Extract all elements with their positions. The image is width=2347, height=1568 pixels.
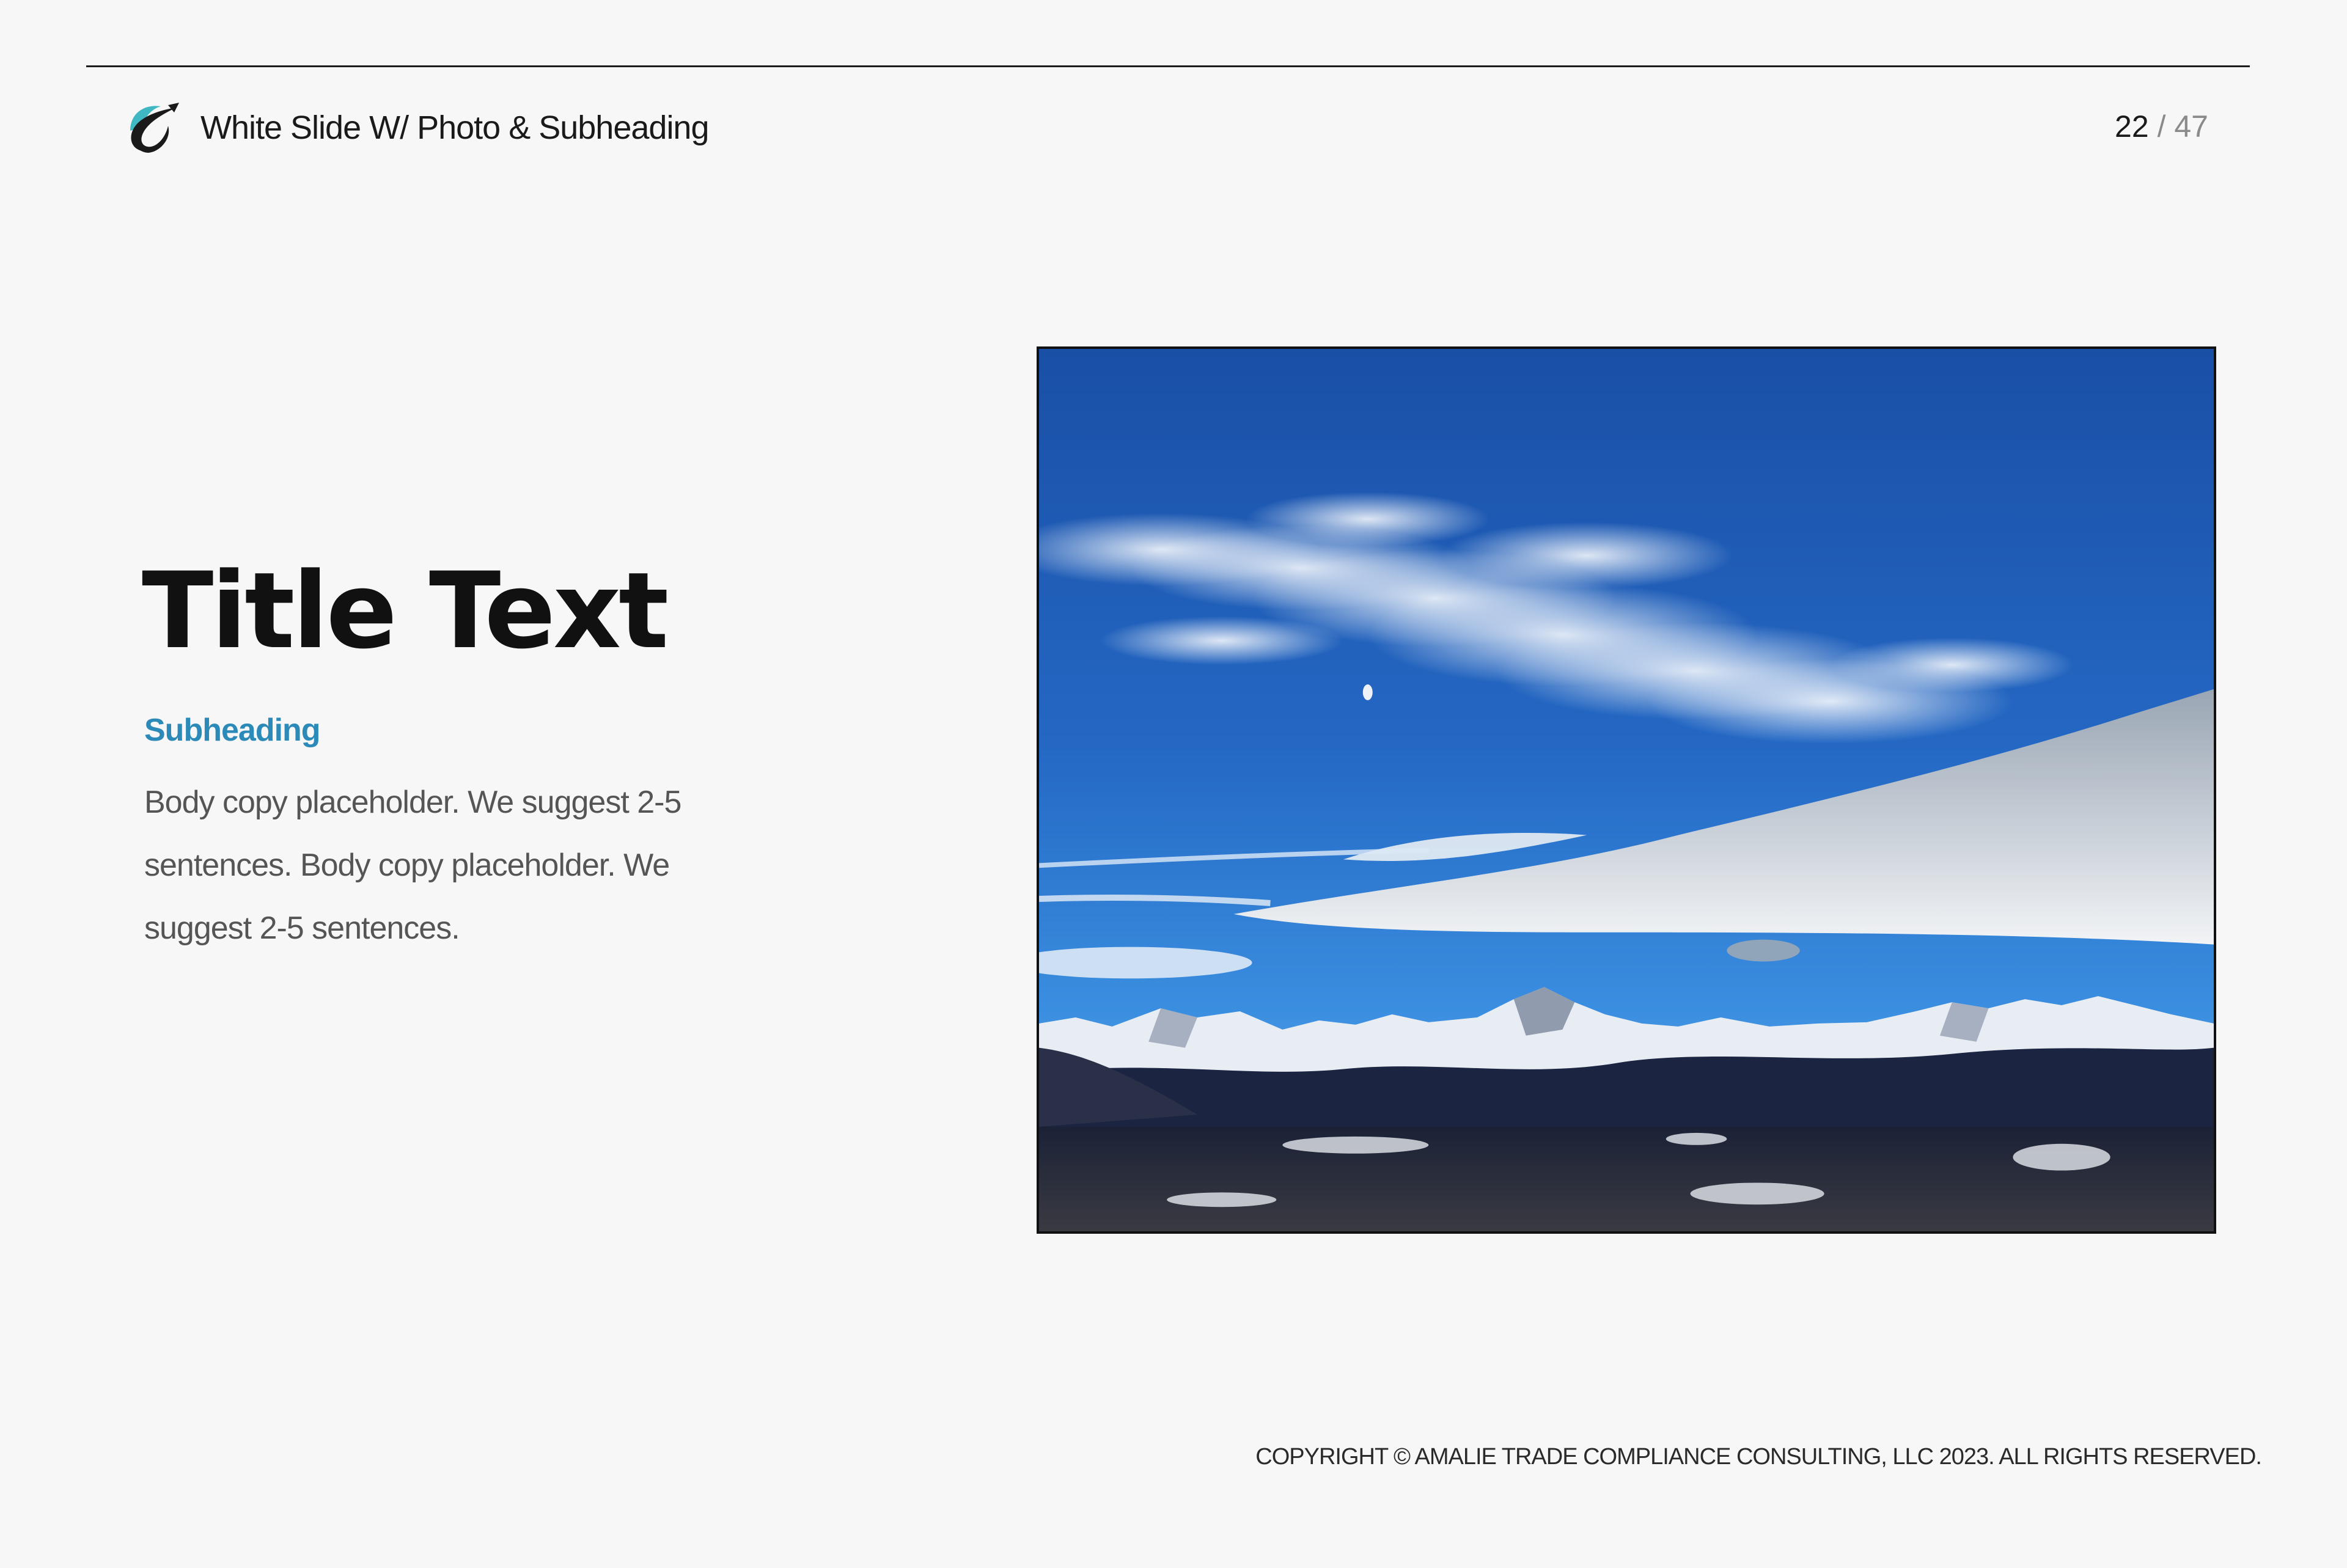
page-current: 22 (2115, 109, 2149, 144)
page-separator: / (2157, 109, 2166, 144)
copyright-notice: COPYRIGHT © AMALIE TRADE COMPLIANCE CONS… (1255, 1444, 2262, 1470)
slide-header-title: White Slide W/ Photo & Subheading (200, 109, 710, 146)
header-divider (86, 65, 2250, 67)
slide-title: Title Text (142, 549, 669, 672)
page-total: 47 (2174, 109, 2208, 144)
mountain-landscape-photo (1037, 346, 2216, 1234)
company-logo-icon (125, 100, 182, 156)
page-counter: 22 / 47 (2115, 105, 2208, 148)
body-copy: Body copy placeholder. We suggest 2-5 se… (144, 785, 681, 946)
slide-subheading: Subheading (144, 713, 321, 748)
